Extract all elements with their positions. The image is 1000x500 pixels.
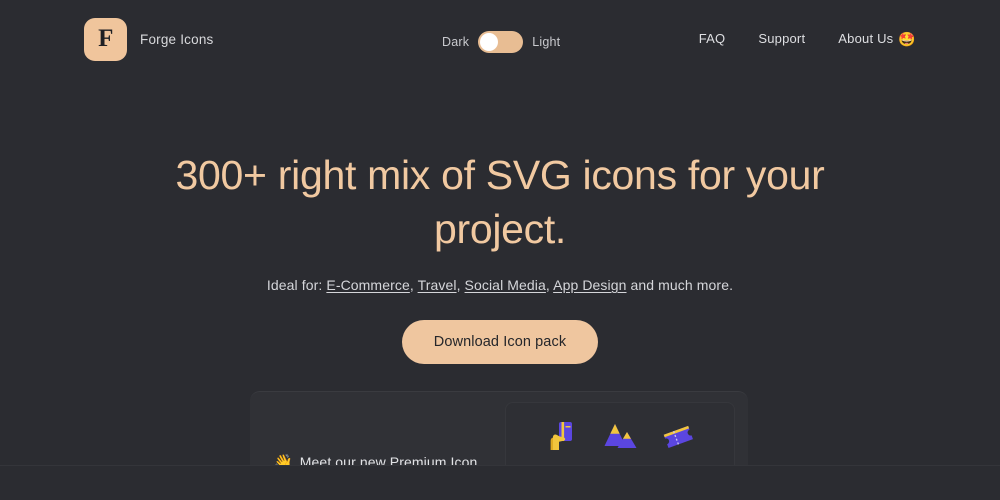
theme-toggle[interactable]: Dark Light — [442, 31, 560, 53]
subtitle-suffix: and much more. — [630, 277, 734, 293]
subtitle-sep-0: , — [409, 277, 418, 293]
nav-link-support[interactable]: Support — [758, 31, 805, 46]
theme-toggle-light-label: Light — [532, 35, 561, 49]
ticket-icon — [663, 425, 693, 448]
nav-link-about-us-label: About Us — [838, 31, 894, 46]
subtitle-link-app-design[interactable]: App Design — [553, 277, 626, 293]
nav-link-faq-label: FAQ — [698, 31, 726, 46]
page-title: 300+ right mix of SVG icons for your pro… — [175, 152, 825, 252]
brand-logo[interactable]: F Forge Icons — [84, 18, 213, 61]
download-icon-pack-button[interactable]: Download Icon pack — [401, 320, 599, 364]
theme-switch-knob — [480, 33, 499, 51]
footer-strip — [0, 466, 1000, 500]
subtitle-link-travel[interactable]: Travel — [418, 277, 457, 293]
logo-letter: F — [98, 25, 113, 52]
subtitle-link-e-commerce[interactable]: E-Commerce — [326, 277, 409, 293]
cta-container: Download Icon pack — [0, 320, 1000, 364]
hero-section: 300+ right mix of SVG icons for your pro… — [0, 148, 1000, 364]
theme-toggle-dark-label: Dark — [442, 35, 470, 49]
credit-card-payment-icon — [550, 422, 572, 450]
brand-name: Forge Icons — [140, 32, 214, 47]
hero-subtitle: Ideal for: E-Commerce, Travel, Social Me… — [0, 277, 1000, 293]
star-struck-face-icon: 🤩 — [898, 30, 916, 47]
subtitle-prefix: Ideal for: — [266, 277, 327, 293]
subtitle-sep-1: , — [456, 277, 465, 293]
main-nav: FAQ Support About Us 🤩 — [699, 31, 916, 46]
forge-logo-icon: F — [84, 18, 127, 61]
nav-link-faq[interactable]: FAQ — [699, 31, 726, 46]
nav-link-about-us[interactable]: About Us 🤩 — [838, 31, 916, 46]
subtitle-link-social-media[interactable]: Social Media — [465, 277, 546, 293]
site-header: F Forge Icons Dark Light FAQ Support Abo… — [0, 0, 1000, 78]
nav-link-support-label: Support — [758, 31, 806, 46]
mountains-icon — [604, 424, 637, 448]
theme-switch[interactable] — [478, 31, 524, 53]
